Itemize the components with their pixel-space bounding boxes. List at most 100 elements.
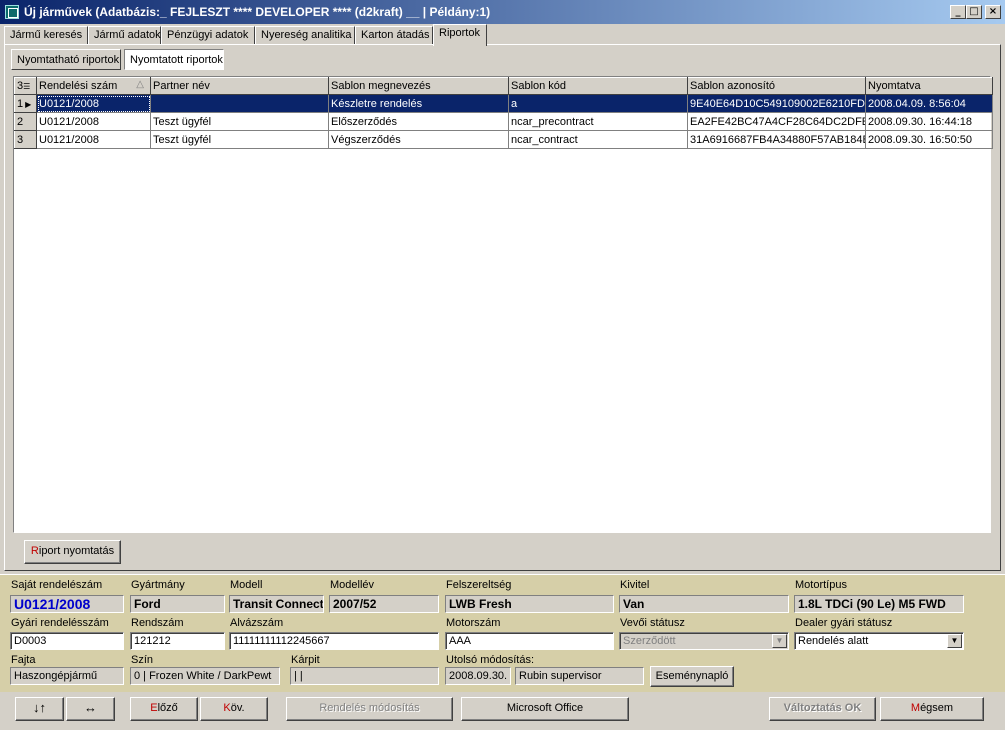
rendszam-label: Rendszám [131,617,184,629]
rendszam-input[interactable]: 121212 [130,632,225,650]
grid-corner[interactable]: 3☰ [14,77,37,95]
column-header-label: Rendelési szám [39,80,118,92]
column-header-sablon-megnevezes[interactable]: Sablon megnevezés [328,77,509,95]
column-header-sablon-azonosito[interactable]: Sablon azonosító [687,77,866,95]
column-header-nyomtatva[interactable]: Nyomtatva [865,77,993,95]
cell-sablon-kod[interactable]: ncar_precontract [508,112,688,131]
cell-partner-nev[interactable] [150,94,329,113]
dealer-gyari-statusz-select[interactable]: Rendelés alatt ▼ [794,632,964,650]
tab-jarmu-kereses[interactable]: Jármű keresés [4,26,88,45]
dealer-gyari-statusz-value: Rendelés alatt [798,635,869,647]
felszereltseg-label: Felszereltség [446,579,512,591]
utolso-modositas-date: 2008.09.30. [445,667,511,685]
alvazszam-input[interactable]: 11111111112245667 [229,632,439,650]
window-title: Új járművek (Adatbázis:_ FEJLESZT **** D… [24,5,491,19]
gyari-rendelesszam-input[interactable]: D0003 [10,632,124,650]
print-report-label: iport nyomtatás [38,545,115,557]
tab-penzugyi-adatok[interactable]: Pénzügyi adatok [161,26,255,45]
cell-rendelesi-szam[interactable]: U0121/2008 [36,94,151,113]
chevron-down-icon: ▼ [772,634,787,648]
modellev-value: 2007/52 [329,595,439,613]
print-report-button[interactable]: Riport nyomtatás [24,540,121,564]
row-header[interactable]: 3 [14,130,37,149]
row-header[interactable]: 2 [14,112,37,131]
cell-partner-nev[interactable]: Teszt ügyfél [150,112,329,131]
column-header-partner-nev[interactable]: Partner név [150,77,329,95]
modify-order-button: Rendelés módosítás [286,697,453,721]
kivitel-label: Kivitel [620,579,650,591]
gyari-rendelesszam-label: Gyári rendelésszám [11,617,109,629]
minimize-button[interactable]: _ [950,5,966,19]
alvazszam-label: Alvázszám [230,617,284,629]
cell-sablon-azonosito[interactable]: EA2FE42BC47A4CF28C64DC2DFEE [687,112,866,131]
column-chooser-icon: ☰ [23,82,31,91]
column-header-sablon-kod[interactable]: Sablon kód [508,77,688,95]
modell-value: Transit Connect [229,595,324,613]
table-row[interactable]: 3 U0121/2008 Teszt ügyfél Végszerződés n… [14,130,993,149]
vevoi-statusz-select: Szerződött ▼ [619,632,789,650]
sort-horizontal-button[interactable]: ↔ [66,697,115,721]
fajta-label: Fajta [11,654,36,666]
cell-nyomtatva[interactable]: 2008.09.30. 16:44:18 [865,112,993,131]
next-accel: K [223,702,231,714]
cell-sablon-kod[interactable]: ncar_contract [508,130,688,149]
cell-nyomtatva[interactable]: 2008.09.30. 16:50:50 [865,130,993,149]
previous-accel: E [150,702,158,714]
sajat-rendelesszam-value: U0121/2008 [10,595,124,613]
modellev-label: Modellév [330,579,375,591]
vevoi-statusz-value: Szerződött [623,635,676,647]
motortipus-value: 1.8L TDCi (90 Le) M5 FWD [794,595,964,613]
column-header-rendelesi-szam[interactable]: Rendelési szám △ [36,77,151,95]
next-label: öv. [230,702,245,714]
previous-label: lőző [157,702,178,714]
microsoft-office-button[interactable]: Microsoft Office [461,697,629,721]
fajta-value: Haszongépjármű [10,667,124,685]
dealer-gyari-statusz-label: Dealer gyári státusz [795,617,893,629]
cancel-accel: M [910,702,921,714]
tab-karton-atadas[interactable]: Karton átadás [355,26,433,45]
utolso-modositas-label: Utolsó módosítás: [446,654,535,666]
modell-label: Modell [230,579,263,591]
tab-riportok[interactable]: Riportok [433,24,487,46]
horizontal-arrows-icon: ↔ [84,700,97,715]
previous-button[interactable]: Előző [130,697,198,721]
gyartmany-label: Gyártmány [131,579,185,591]
tab-jarmu-adatok[interactable]: Jármű adatok [88,26,161,45]
karpit-label: Kárpit [291,654,320,666]
cell-sablon-kod[interactable]: a [508,94,688,113]
sajat-rendelesszam-label: Saját rendelészám [11,579,103,591]
cell-sablon-megnevezes[interactable]: Végszerződés [328,130,509,149]
cell-rendelesi-szam[interactable]: U0121/2008 [36,130,151,149]
sort-vertical-button[interactable]: ↓↑ [15,697,64,721]
reports-grid[interactable]: 3☰ Rendelési szám △ Partner név Sablon me… [13,76,993,533]
print-report-accel: R [30,545,39,557]
cancel-button[interactable]: Mégsem [880,697,984,721]
cell-nyomtatva[interactable]: 2008.04.09. 8:56:04 [865,94,993,113]
subtab-nyomtathato-riportok[interactable]: Nyomtatható riportok [11,49,121,70]
tab-nyereseg-analitika[interactable]: Nyereség analitika [255,26,355,45]
table-row[interactable]: 2 U0121/2008 Teszt ügyfél Előszerződés n… [14,112,993,131]
motortipus-label: Motortípus [795,579,847,591]
row-header[interactable]: 1 ▶ [14,94,37,113]
cell-partner-nev[interactable]: Teszt ügyfél [150,130,329,149]
vevoi-statusz-label: Vevői státusz [620,617,685,629]
szin-label: Szín [131,654,154,666]
current-row-arrow-icon: ▶ [25,99,32,109]
cell-sablon-megnevezes[interactable]: Előszerződés [328,112,509,131]
sort-ascending-icon: △ [136,79,144,90]
table-row[interactable]: 1 ▶ U0121/2008 Készletre rendelés a 9E40E… [14,94,993,113]
subtab-nyomtatott-riportok[interactable]: Nyomtatott riportok [124,49,224,70]
app-icon [5,5,19,19]
motorszam-input[interactable]: AAA [445,632,614,650]
close-button[interactable]: × [985,5,1001,19]
cell-sablon-azonosito[interactable]: 9E40E64D10C549109002E6210FD8 [687,94,866,113]
cell-sablon-megnevezes[interactable]: Készletre rendelés [328,94,509,113]
esemenynaplo-button[interactable]: Eseménynapló [650,666,734,687]
cell-sablon-azonosito[interactable]: 31A6916687FB4A34880F57AB184B [687,130,866,149]
maximize-button[interactable]: □ [966,5,982,19]
chevron-down-icon[interactable]: ▼ [947,634,962,648]
row-number: 1 [17,97,24,110]
next-button[interactable]: Köv. [200,697,268,721]
cell-rendelesi-szam[interactable]: U0121/2008 [36,112,151,131]
felszereltseg-value: LWB Fresh [445,595,614,613]
